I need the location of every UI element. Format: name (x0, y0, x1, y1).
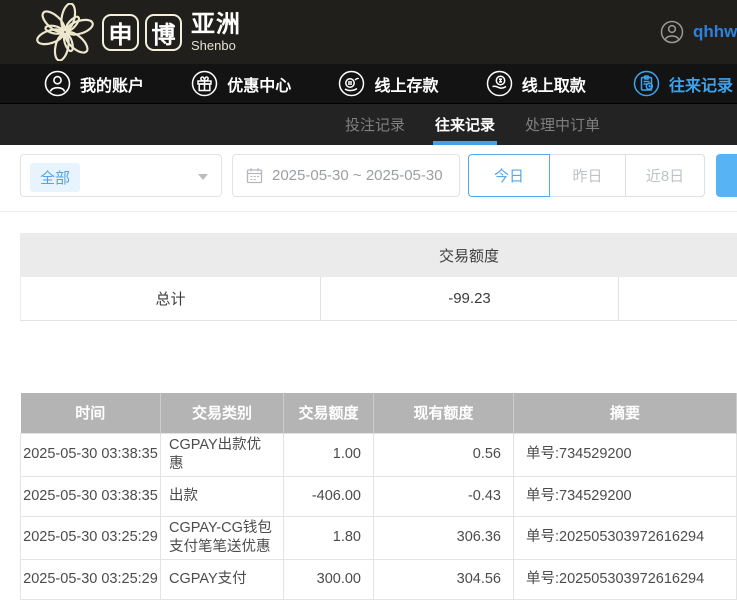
nav-item-withdraw[interactable]: 线上取款 (486, 70, 586, 97)
col-header-type: 交易类别 (161, 393, 284, 433)
logo-region-text: 亚洲 (191, 13, 241, 37)
table-cell: CGPAY-CG钱包支付笔笔送优惠 (161, 516, 284, 559)
logo-subtitle: Shenbo (191, 39, 241, 52)
table-row: 2025-05-30 03:25:29CGPAY支付300.00304.56单号… (21, 559, 737, 599)
tab-transaction-records[interactable]: 往来记录 (435, 104, 495, 145)
records-icon (633, 70, 660, 97)
col-header-balance: 现有额度 (374, 393, 514, 433)
nav-label: 我的账户 (80, 72, 144, 96)
summary-header: 交易额度 (20, 233, 737, 277)
tab-pending-orders[interactable]: 处理中订单 (525, 104, 600, 145)
nav-label: 线上存款 (374, 72, 438, 96)
table-cell: 出款 (161, 476, 284, 516)
type-select[interactable]: 全部 (20, 154, 222, 197)
table-cell: 2025-05-30 03:38:35 (21, 433, 161, 476)
header-row: 时间 交易类别 交易额度 现有额度 摘要 (21, 393, 737, 433)
username[interactable]: qhhw2 (693, 22, 737, 42)
today-button[interactable]: 今日 (468, 154, 550, 197)
table-cell: 2025-05-30 03:25:29 (21, 559, 161, 599)
logo-char-bo: 博 (145, 14, 182, 51)
chevron-down-icon (198, 174, 208, 180)
col-header-amount: 交易额度 (284, 393, 374, 433)
table-row: 2025-05-30 03:38:35出款-406.00-0.43单号:7345… (21, 476, 737, 516)
nav-item-promotions[interactable]: 优惠中心 (191, 70, 291, 97)
col-header-time: 时间 (21, 393, 161, 433)
type-select-tag[interactable]: 全部 (30, 163, 80, 192)
top-header: 申 博 亚洲 Shenbo qhhw2 (0, 0, 737, 64)
table-cell: -0.43 (374, 476, 514, 516)
quick-date-buttons: 今日 昨日 近8日 (468, 154, 705, 197)
last-8-days-button[interactable]: 近8日 (625, 154, 705, 197)
table-cell: 0.56 (374, 433, 514, 476)
table-cell: 1.80 (284, 516, 374, 559)
sub-nav: 投注记录 往来记录 处理中订单 (0, 104, 737, 145)
summary-row: 总计 -99.23 (20, 277, 737, 321)
records-table-head: 时间 交易类别 交易额度 现有额度 摘要 (21, 393, 737, 433)
gift-icon (191, 70, 218, 97)
records-table-body: 2025-05-30 03:38:35CGPAY出款优惠1.000.56单号:7… (21, 433, 737, 599)
table-cell: 2025-05-30 03:25:29 (21, 516, 161, 559)
search-button[interactable] (716, 154, 737, 197)
withdraw-icon (486, 70, 513, 97)
table-cell: 306.36 (374, 516, 514, 559)
user-icon (44, 70, 71, 97)
summary-amount-header: 交易额度 (320, 245, 618, 266)
user-avatar-icon (660, 20, 684, 44)
table-row: 2025-05-30 03:25:29CGPAY-CG钱包支付笔笔送优惠1.80… (21, 516, 737, 559)
logo-region: 亚洲 Shenbo (191, 13, 241, 52)
nav-item-records[interactable]: 往来记录 (633, 70, 733, 97)
calendar-icon (246, 167, 263, 184)
table-cell: -406.00 (284, 476, 374, 516)
table-cell: CGPAY支付 (161, 559, 284, 599)
logo-char-shen: 申 (102, 14, 139, 51)
summary-total-value: -99.23 (321, 277, 619, 320)
col-header-summary: 摘要 (514, 393, 737, 433)
nav-label: 线上取款 (522, 72, 586, 96)
table-cell: 单号:202505303972616294 (514, 559, 737, 599)
nav-label: 优惠中心 (227, 72, 291, 96)
nav-item-deposit[interactable]: 线上存款 (338, 70, 438, 97)
table-cell: 单号:734529200 (514, 476, 737, 516)
table-cell: 1.00 (284, 433, 374, 476)
nav-label: 往来记录 (669, 72, 733, 96)
filter-bar: 全部 2025-05-30 ~ 2025-05-30 今日 昨日 近8日 (0, 145, 737, 212)
date-range-picker[interactable]: 2025-05-30 ~ 2025-05-30 (232, 154, 460, 197)
user-account[interactable]: qhhw2 (660, 0, 737, 64)
yesterday-button[interactable]: 昨日 (549, 154, 626, 197)
date-range-value: 2025-05-30 ~ 2025-05-30 (272, 167, 443, 184)
table-cell: 单号:734529200 (514, 433, 737, 476)
table-cell: CGPAY出款优惠 (161, 433, 284, 476)
summary-total-label: 总计 (21, 277, 321, 320)
flower-logo-icon (36, 3, 94, 61)
table-cell: 2025-05-30 03:38:35 (21, 476, 161, 516)
table-cell: 单号:202505303972616294 (514, 516, 737, 559)
nav-item-my-account[interactable]: 我的账户 (44, 70, 144, 97)
summary-table: 交易额度 总计 -99.23 (20, 233, 737, 321)
table-cell: 304.56 (374, 559, 514, 599)
deposit-icon (338, 70, 365, 97)
records-table: 时间 交易类别 交易额度 现有额度 摘要 2025-05-30 03:38:35… (20, 393, 737, 600)
table-row: 2025-05-30 03:38:35CGPAY出款优惠1.000.56单号:7… (21, 433, 737, 476)
tab-betting-records[interactable]: 投注记录 (345, 104, 405, 145)
main-nav: 我的账户 优惠中心 线上存款 (0, 64, 737, 104)
table-cell: 300.00 (284, 559, 374, 599)
